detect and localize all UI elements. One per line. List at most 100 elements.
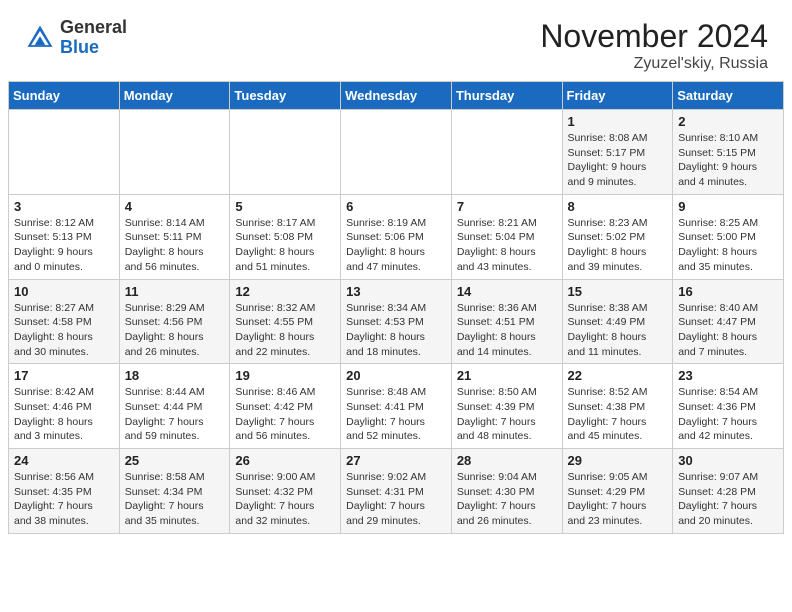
day-info: Sunrise: 8:48 AM Sunset: 4:41 PM Dayligh…: [346, 385, 446, 444]
day-info: Sunrise: 8:08 AM Sunset: 5:17 PM Dayligh…: [568, 131, 668, 190]
day-number: 28: [457, 453, 557, 468]
calendar-cell: [119, 110, 230, 195]
day-number: 24: [14, 453, 114, 468]
day-number: 21: [457, 368, 557, 383]
logo: General Blue: [24, 18, 127, 58]
logo-blue-text: Blue: [60, 38, 127, 58]
day-number: 9: [678, 199, 778, 214]
header-saturday: Saturday: [673, 82, 784, 110]
calendar-cell: 30 Sunrise: 9:07 AM Sunset: 4:28 PM Dayli…: [673, 449, 784, 534]
calendar-week-5: 24Sunrise: 8:56 AM Sunset: 4:35 PM Dayli…: [9, 449, 784, 534]
calendar-cell: 27 Sunrise: 9:02 AM Sunset: 4:31 PM Dayli…: [341, 449, 452, 534]
logo-general-text: General: [60, 18, 127, 38]
calendar-week-1: 1 Sunrise: 8:08 AM Sunset: 5:17 PM Daylig…: [9, 110, 784, 195]
calendar-cell: 19 Sunrise: 8:46 AM Sunset: 4:42 PM Dayli…: [230, 364, 341, 449]
calendar-cell: 13 Sunrise: 8:34 AM Sunset: 4:53 PM Dayli…: [341, 279, 452, 364]
day-number: 14: [457, 284, 557, 299]
day-info: Sunrise: 9:00 AM Sunset: 4:32 PM Dayligh…: [235, 470, 335, 529]
day-number: 29: [568, 453, 668, 468]
calendar-cell: 22 Sunrise: 8:52 AM Sunset: 4:38 PM Dayli…: [562, 364, 673, 449]
calendar-cell: 15Sunrise: 8:38 AM Sunset: 4:49 PM Dayli…: [562, 279, 673, 364]
header-tuesday: Tuesday: [230, 82, 341, 110]
day-info: Sunrise: 8:19 AM Sunset: 5:06 PM Dayligh…: [346, 216, 446, 275]
day-info: Sunrise: 8:44 AM Sunset: 4:44 PM Dayligh…: [125, 385, 225, 444]
calendar-cell: 6 Sunrise: 8:19 AM Sunset: 5:06 PM Daylig…: [341, 194, 452, 279]
calendar-body: 1 Sunrise: 8:08 AM Sunset: 5:17 PM Daylig…: [9, 110, 784, 534]
day-number: 10: [14, 284, 114, 299]
day-number: 12: [235, 284, 335, 299]
calendar-cell: 23Sunrise: 8:54 AM Sunset: 4:36 PM Dayli…: [673, 364, 784, 449]
calendar-cell: 12 Sunrise: 8:32 AM Sunset: 4:55 PM Dayli…: [230, 279, 341, 364]
day-number: 16: [678, 284, 778, 299]
header-monday: Monday: [119, 82, 230, 110]
day-number: 2: [678, 114, 778, 129]
day-number: 15: [568, 284, 668, 299]
calendar-cell: [341, 110, 452, 195]
day-info: Sunrise: 8:36 AM Sunset: 4:51 PM Dayligh…: [457, 301, 557, 360]
day-info: Sunrise: 8:52 AM Sunset: 4:38 PM Dayligh…: [568, 385, 668, 444]
day-number: 25: [125, 453, 225, 468]
day-info: Sunrise: 9:02 AM Sunset: 4:31 PM Dayligh…: [346, 470, 446, 529]
day-info: Sunrise: 8:54 AM Sunset: 4:36 PM Dayligh…: [678, 385, 778, 444]
calendar-cell: 2Sunrise: 8:10 AM Sunset: 5:15 PM Daylig…: [673, 110, 784, 195]
calendar-cell: [230, 110, 341, 195]
day-number: 18: [125, 368, 225, 383]
day-number: 30: [678, 453, 778, 468]
day-info: Sunrise: 8:50 AM Sunset: 4:39 PM Dayligh…: [457, 385, 557, 444]
day-info: Sunrise: 8:14 AM Sunset: 5:11 PM Dayligh…: [125, 216, 225, 275]
day-number: 1: [568, 114, 668, 129]
calendar-cell: [9, 110, 120, 195]
calendar-cell: 16 Sunrise: 8:40 AM Sunset: 4:47 PM Dayli…: [673, 279, 784, 364]
day-info: Sunrise: 9:07 AM Sunset: 4:28 PM Dayligh…: [678, 470, 778, 529]
day-number: 27: [346, 453, 446, 468]
logo-text: General Blue: [60, 18, 127, 58]
calendar-cell: 25 Sunrise: 8:58 AM Sunset: 4:34 PM Dayli…: [119, 449, 230, 534]
calendar-week-4: 17Sunrise: 8:42 AM Sunset: 4:46 PM Dayli…: [9, 364, 784, 449]
day-info: Sunrise: 8:12 AM Sunset: 5:13 PM Dayligh…: [14, 216, 114, 275]
day-number: 13: [346, 284, 446, 299]
calendar-cell: 24Sunrise: 8:56 AM Sunset: 4:35 PM Dayli…: [9, 449, 120, 534]
day-number: 19: [235, 368, 335, 383]
calendar-cell: 29 Sunrise: 9:05 AM Sunset: 4:29 PM Dayli…: [562, 449, 673, 534]
calendar-cell: 10Sunrise: 8:27 AM Sunset: 4:58 PM Dayli…: [9, 279, 120, 364]
calendar-cell: 21 Sunrise: 8:50 AM Sunset: 4:39 PM Dayli…: [451, 364, 562, 449]
day-number: 20: [346, 368, 446, 383]
calendar-cell: 7Sunrise: 8:21 AM Sunset: 5:04 PM Daylig…: [451, 194, 562, 279]
day-info: Sunrise: 8:58 AM Sunset: 4:34 PM Dayligh…: [125, 470, 225, 529]
calendar-cell: 8Sunrise: 8:23 AM Sunset: 5:02 PM Daylig…: [562, 194, 673, 279]
day-info: Sunrise: 8:17 AM Sunset: 5:08 PM Dayligh…: [235, 216, 335, 275]
day-info: Sunrise: 8:34 AM Sunset: 4:53 PM Dayligh…: [346, 301, 446, 360]
calendar-cell: [451, 110, 562, 195]
day-info: Sunrise: 8:29 AM Sunset: 4:56 PM Dayligh…: [125, 301, 225, 360]
day-info: Sunrise: 8:32 AM Sunset: 4:55 PM Dayligh…: [235, 301, 335, 360]
calendar-cell: 20 Sunrise: 8:48 AM Sunset: 4:41 PM Dayli…: [341, 364, 452, 449]
day-number: 7: [457, 199, 557, 214]
logo-icon: [24, 22, 56, 54]
day-number: 6: [346, 199, 446, 214]
day-info: Sunrise: 8:23 AM Sunset: 5:02 PM Dayligh…: [568, 216, 668, 275]
calendar-header: Sunday Monday Tuesday Wednesday Thursday…: [9, 82, 784, 110]
calendar-table: Sunday Monday Tuesday Wednesday Thursday…: [8, 81, 784, 534]
location: Zyuzel'skiy, Russia: [540, 55, 768, 73]
header-row: Sunday Monday Tuesday Wednesday Thursday…: [9, 82, 784, 110]
calendar-cell: 9 Sunrise: 8:25 AM Sunset: 5:00 PM Daylig…: [673, 194, 784, 279]
calendar-cell: 18 Sunrise: 8:44 AM Sunset: 4:44 PM Dayli…: [119, 364, 230, 449]
calendar-cell: 1 Sunrise: 8:08 AM Sunset: 5:17 PM Daylig…: [562, 110, 673, 195]
month-title: November 2024: [540, 18, 768, 55]
calendar-cell: 17Sunrise: 8:42 AM Sunset: 4:46 PM Dayli…: [9, 364, 120, 449]
calendar-cell: 4 Sunrise: 8:14 AM Sunset: 5:11 PM Daylig…: [119, 194, 230, 279]
day-info: Sunrise: 8:46 AM Sunset: 4:42 PM Dayligh…: [235, 385, 335, 444]
day-number: 4: [125, 199, 225, 214]
day-info: Sunrise: 8:40 AM Sunset: 4:47 PM Dayligh…: [678, 301, 778, 360]
calendar-cell: 3Sunrise: 8:12 AM Sunset: 5:13 PM Daylig…: [9, 194, 120, 279]
day-info: Sunrise: 8:42 AM Sunset: 4:46 PM Dayligh…: [14, 385, 114, 444]
page-header: General Blue November 2024 Zyuzel'skiy, …: [0, 0, 792, 81]
header-thursday: Thursday: [451, 82, 562, 110]
day-number: 22: [568, 368, 668, 383]
calendar-cell: 14 Sunrise: 8:36 AM Sunset: 4:51 PM Dayli…: [451, 279, 562, 364]
day-info: Sunrise: 9:05 AM Sunset: 4:29 PM Dayligh…: [568, 470, 668, 529]
calendar-cell: 26Sunrise: 9:00 AM Sunset: 4:32 PM Dayli…: [230, 449, 341, 534]
day-info: Sunrise: 8:25 AM Sunset: 5:00 PM Dayligh…: [678, 216, 778, 275]
calendar-week-3: 10Sunrise: 8:27 AM Sunset: 4:58 PM Dayli…: [9, 279, 784, 364]
day-number: 11: [125, 284, 225, 299]
